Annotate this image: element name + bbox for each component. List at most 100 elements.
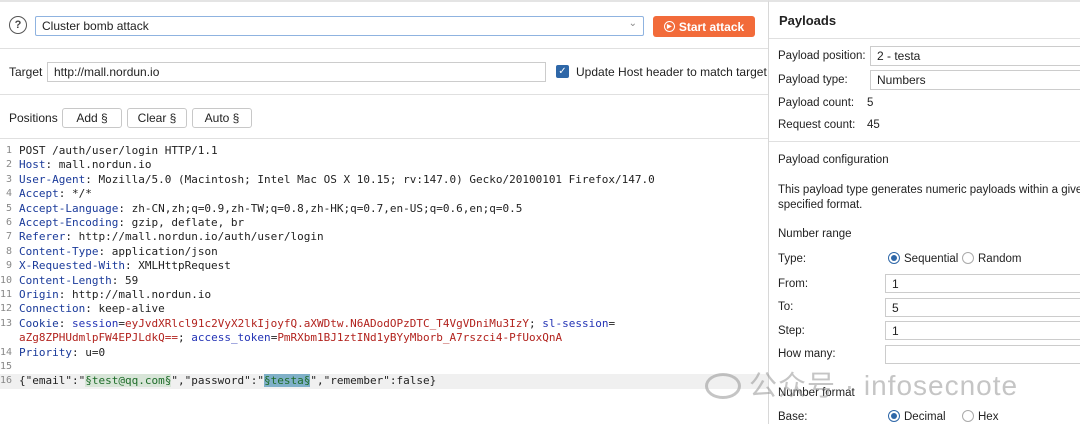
line-number: 14 xyxy=(0,346,13,358)
to-input[interactable]: 5 xyxy=(885,298,1080,317)
to-label: To: xyxy=(778,301,794,313)
token: : */* xyxy=(58,187,92,201)
request-line[interactable]: 16 {"email":"§test@qq.com§","password":"§… xyxy=(0,374,768,389)
line-number: 8 xyxy=(5,245,12,257)
line-number: 11 xyxy=(0,289,13,300)
request-line[interactable]: 2 Host: mall.nordun.io xyxy=(0,158,768,172)
request-line[interactable]: 15 xyxy=(0,360,768,374)
help-icon[interactable]: ? xyxy=(9,16,27,34)
header-name: X-Requested-With xyxy=(19,259,125,273)
token: : http://mall.nordun.io xyxy=(58,288,212,301)
request-line[interactable]: 7 Referer: http://mall.nordun.io/auth/use… xyxy=(0,230,768,244)
how-many-label: How many: xyxy=(778,348,836,360)
payload-count-label: Payload count: xyxy=(778,97,855,109)
request-line[interactable]: 3 User-Agent: Mozilla/5.0 (Macintosh; Int… xyxy=(0,173,768,187)
token: : xyxy=(58,316,72,330)
request-editor[interactable]: 1 POST /auth/user/login HTTP/1.1 2 Host: ma… xyxy=(0,138,768,426)
token: : XMLHttpRequest xyxy=(124,259,231,273)
how-many-input[interactable] xyxy=(885,345,1080,364)
header-name: Referer xyxy=(19,230,66,244)
line-code: Content-Type: application/json xyxy=(19,245,218,259)
divider xyxy=(0,94,768,95)
token: : keep-alive xyxy=(85,302,165,316)
token: eyJvdXRlcl91c2VyX2lkIjoyfQ.aXWDtw.N6ADod… xyxy=(124,316,529,330)
token: ; xyxy=(177,331,192,345)
line-number: 15 xyxy=(0,361,13,372)
payload-type-label: Payload type: xyxy=(778,74,848,86)
line-number: 4 xyxy=(5,188,12,200)
attack-type-value: Cluster bomb attack xyxy=(42,19,149,33)
header-name: User-Agent xyxy=(19,172,86,186)
request-line[interactable]: 12 Connection: keep-alive xyxy=(0,302,768,316)
request-line[interactable]: 5 Accept-Language: zh-CN,zh;q=0.9,zh-TW;q… xyxy=(0,202,768,216)
line-code: User-Agent: Mozilla/5.0 (Macintosh; Inte… xyxy=(19,173,655,187)
step-label: Step: xyxy=(778,325,805,337)
token: = xyxy=(608,316,616,330)
wechat-icon xyxy=(705,373,741,399)
line-number: 16 xyxy=(0,375,13,387)
type-label: Type: xyxy=(778,253,807,265)
request-line[interactable]: 9 X-Requested-With: XMLHttpRequest xyxy=(0,259,768,273)
divider xyxy=(769,38,1080,39)
payload-type-select[interactable]: Numbers xyxy=(870,70,1080,90)
sequential-radio[interactable]: Sequential xyxy=(888,252,958,265)
hex-radio[interactable]: Hex xyxy=(962,410,998,423)
auto-positions-button[interactable]: Auto § xyxy=(192,108,252,128)
target-input[interactable]: http://mall.nordun.io xyxy=(47,62,546,82)
request-line[interactable]: 8 Content-Type: application/json xyxy=(0,245,768,259)
line-number: 7 xyxy=(5,231,12,243)
request-count-label: Request count: xyxy=(778,119,856,131)
header-name: Connection xyxy=(19,302,86,316)
payloads-panel: Payloads Payload position: 2 - testa Pay… xyxy=(768,0,1080,424)
request-line[interactable]: 13 Cookie: session=eyJvdXRlcl91c2VyX2lkIj… xyxy=(0,317,768,331)
token: = xyxy=(118,316,125,330)
request-line[interactable]: 6 Accept-Encoding: gzip, deflate, br xyxy=(0,216,768,230)
payload-position-select[interactable]: 2 - testa xyxy=(870,46,1080,66)
play-icon: ▶ xyxy=(663,21,675,32)
token: sl-session xyxy=(542,316,609,330)
request-line[interactable]: 1 POST /auth/user/login HTTP/1.1 xyxy=(0,144,768,158)
step-input[interactable]: 1 xyxy=(885,321,1080,340)
base-label: Base: xyxy=(778,411,808,423)
header-name: Priority xyxy=(19,345,72,359)
from-input[interactable]: 1 xyxy=(885,274,1080,293)
header-name: Host xyxy=(19,158,46,172)
start-attack-button[interactable]: ▶ Start attack xyxy=(653,16,755,37)
watermark-text: 公众号 · infosecnote xyxy=(749,370,1019,401)
token: : Mozilla/5.0 (Macintosh; Intel Mac OS X… xyxy=(85,172,655,186)
add-position-button[interactable]: Add § xyxy=(62,108,122,128)
decimal-radio[interactable]: Decimal xyxy=(888,410,946,423)
attack-config-panel: ? Cluster bomb attack ⌄ ▶ Start attack Tar… xyxy=(0,0,768,424)
line-code: X-Requested-With: XMLHttpRequest xyxy=(19,259,231,273)
attack-type-select[interactable]: Cluster bomb attack ⌄ xyxy=(35,16,644,36)
request-line[interactable]: 4 Accept: */* xyxy=(0,187,768,201)
header-name: Accept-Language xyxy=(19,201,119,215)
line-code: {"email":"§test@qq.com§","password":"§te… xyxy=(19,374,436,388)
line-number: 3 xyxy=(5,173,12,185)
line-number: 9 xyxy=(5,260,12,272)
config-description: This payload type generates numeric payl… xyxy=(778,184,1080,196)
token: access_token xyxy=(191,331,271,345)
line-number: 2 xyxy=(5,159,12,171)
request-line[interactable]: 11 Origin: http://mall.nordun.io xyxy=(0,288,768,302)
hex-label: Hex xyxy=(978,411,999,423)
line-code: Host: mall.nordun.io xyxy=(19,158,151,172)
line-code: Connection: keep-alive xyxy=(19,302,165,316)
request-line[interactable]: 10 Content-Length: 59 xyxy=(0,274,768,288)
token: POST /auth/user/login HTTP/1.1 xyxy=(19,144,218,157)
request-line[interactable]: aZg8ZPHUdmlpFW4EPJLdkQ==; access_token=P… xyxy=(0,331,768,345)
line-code: Content-Length: 59 xyxy=(19,274,138,288)
line-code: Origin: http://mall.nordun.io xyxy=(19,288,211,302)
update-host-checkbox[interactable]: ✓ xyxy=(556,65,569,78)
random-radio[interactable]: Random xyxy=(962,252,1021,265)
radio-selected-icon xyxy=(888,410,900,422)
token: aZg8ZPHUdmlpFW4EPJLdkQ== xyxy=(19,331,178,345)
payload-config-title: Payload configuration xyxy=(778,154,889,166)
payload-count-value: 5 xyxy=(867,97,874,109)
header-name: Cookie xyxy=(19,316,59,330)
clear-positions-button[interactable]: Clear § xyxy=(127,108,187,128)
divider xyxy=(769,141,1080,142)
line-code: Accept-Language: zh-CN,zh;q=0.9,zh-TW;q=… xyxy=(19,202,522,216)
number-range-title: Number range xyxy=(778,228,852,240)
request-line[interactable]: 14 Priority: u=0 xyxy=(0,346,768,360)
